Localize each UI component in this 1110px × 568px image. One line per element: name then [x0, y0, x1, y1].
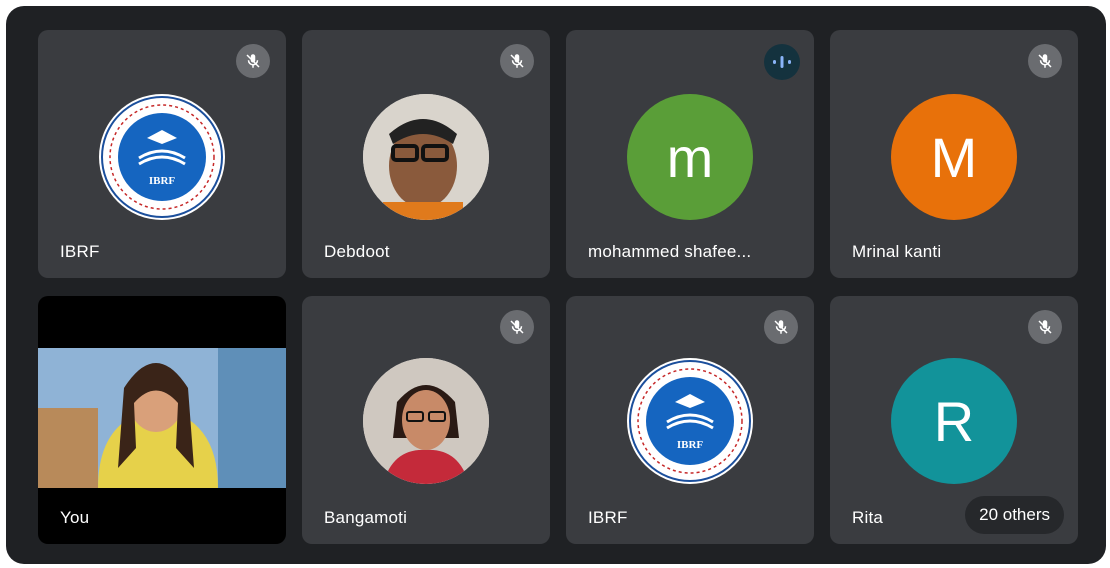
participant-name: Mrinal kanti	[852, 242, 942, 261]
speaking-indicator-icon	[764, 44, 800, 80]
avatar-photo	[363, 358, 489, 484]
avatar-letter: R	[891, 358, 1017, 484]
participant-tile-bangamoti[interactable]: Bangamoti	[302, 296, 550, 544]
participant-name: IBRF	[60, 242, 100, 261]
mic-off-icon	[764, 310, 798, 344]
meeting-grid: IBRF IBRF Debdoot m mohammed shafee... M…	[6, 6, 1106, 564]
avatar-letter: m	[627, 94, 753, 220]
avatar-letter: M	[891, 94, 1017, 220]
participant-name: mohammed shafee...	[588, 242, 752, 261]
participant-tile-ibrf-1[interactable]: IBRF IBRF	[38, 30, 286, 278]
participant-tile-debdoot[interactable]: Debdoot	[302, 30, 550, 278]
participant-name: Rita	[852, 508, 884, 527]
others-count-button[interactable]: 20 others	[965, 496, 1064, 534]
participant-name: Bangamoti	[324, 508, 408, 527]
participant-tile-mohammed[interactable]: m mohammed shafee...	[566, 30, 814, 278]
mic-off-icon	[236, 44, 270, 78]
participant-name: IBRF	[588, 508, 628, 527]
participant-name: Debdoot	[324, 242, 390, 261]
mic-off-icon	[1028, 310, 1062, 344]
self-video	[38, 348, 286, 488]
mic-off-icon	[1028, 44, 1062, 78]
mic-off-icon	[500, 44, 534, 78]
svg-text:IBRF: IBRF	[149, 175, 176, 187]
participant-name: You	[60, 508, 90, 527]
svg-text:IBRF: IBRF	[677, 439, 704, 451]
participant-tile-you[interactable]: You	[38, 296, 286, 544]
participant-tile-mrinal[interactable]: M Mrinal kanti	[830, 30, 1078, 278]
participant-tile-rita[interactable]: R Rita 20 others	[830, 296, 1078, 544]
mic-off-icon	[500, 310, 534, 344]
avatar-photo	[363, 94, 489, 220]
ibrf-logo-icon: IBRF	[99, 94, 225, 220]
participant-tile-ibrf-2[interactable]: IBRF IBRF	[566, 296, 814, 544]
ibrf-logo-icon: IBRF	[627, 358, 753, 484]
